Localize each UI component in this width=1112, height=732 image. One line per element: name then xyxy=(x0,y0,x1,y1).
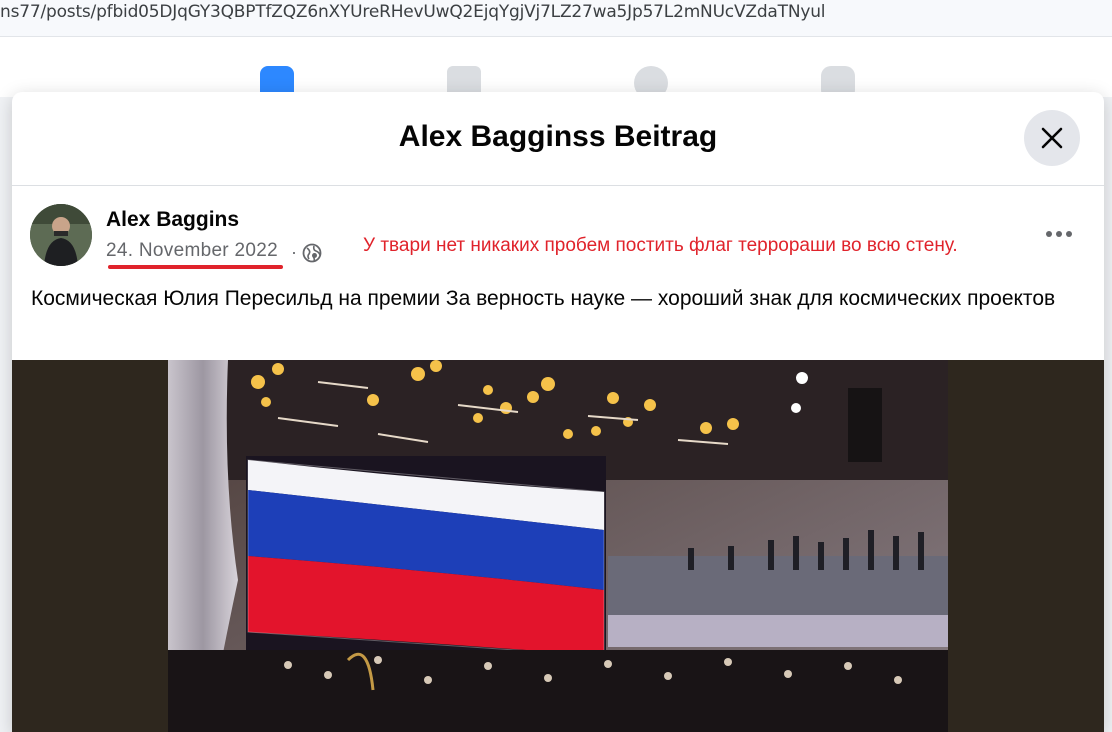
concert-hall-image xyxy=(168,360,948,732)
dialog-header: Alex Bagginss Beitrag xyxy=(12,92,1104,186)
dialog-title: Alex Bagginss Beitrag xyxy=(398,120,718,153)
post-photo[interactable] xyxy=(12,360,1104,732)
close-icon xyxy=(1041,127,1063,149)
top-navigation xyxy=(0,37,1112,97)
avatar-image xyxy=(30,204,92,266)
post-body-text: Космическая Юлия Пересильд на премии За … xyxy=(31,287,1056,310)
red-underline-annotation xyxy=(108,265,283,269)
author-name[interactable]: Alex Baggins xyxy=(106,208,239,232)
close-button[interactable] xyxy=(1024,110,1080,166)
post-date[interactable]: 24. November 2022 xyxy=(106,240,278,262)
date-separator: · xyxy=(291,242,297,262)
post-dialog: Alex Bagginss Beitrag Alex Baggins 24. N… xyxy=(12,92,1104,732)
url-text[interactable]: ns77/posts/pfbid05DJqGY3QBPTfZQZ6nXYUreR… xyxy=(0,2,826,22)
more-options-icon xyxy=(1046,231,1072,237)
author-avatar[interactable] xyxy=(30,204,92,266)
red-annotation-text: У твари нет никаких пробем постить флаг … xyxy=(363,235,958,256)
globe-icon[interactable] xyxy=(302,243,322,263)
more-options-button[interactable] xyxy=(1034,216,1084,252)
address-bar[interactable]: ns77/posts/pfbid05DJqGY3QBPTfZQZ6nXYUreR… xyxy=(0,0,1112,37)
